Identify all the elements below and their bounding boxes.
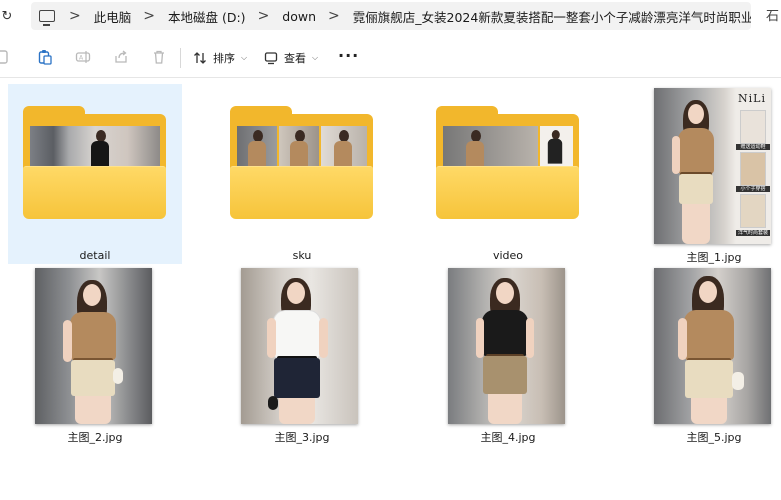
caption: 小个子穿搭 [736, 186, 770, 192]
sort-icon [194, 52, 206, 64]
image-thumbnail [448, 268, 565, 424]
image-file-main-4[interactable]: 主图_4.jpg [421, 264, 595, 444]
new-icon[interactable] [0, 49, 10, 65]
toolbar-divider [180, 48, 181, 68]
address-bar[interactable]: > 此电脑 > 本地磁盘 (D:) > down > 霓俪旗舰店_女装2024新… [31, 2, 751, 30]
folder-detail[interactable]: detail [8, 84, 182, 264]
folder-sku[interactable]: sku [215, 84, 389, 264]
image-file-main-1[interactable]: NiLi 赠送运动鞋 小个子穿搭 洋气时尚套装 主图_1.jpg [627, 84, 781, 264]
view-button[interactable]: 查看 ⌵ [264, 47, 318, 69]
image-file-main-2[interactable]: 主图_2.jpg [8, 264, 182, 444]
chevron-down-icon: ⌵ [312, 53, 319, 62]
image-thumbnail [35, 268, 152, 424]
breadcrumb-this-pc[interactable]: 此电脑 [94, 7, 132, 26]
computer-icon[interactable] [39, 10, 55, 26]
item-name: detail [79, 249, 111, 262]
item-name: sku [292, 249, 312, 262]
paste-icon[interactable] [37, 49, 53, 65]
chevron-right-icon[interactable]: > [57, 8, 94, 24]
toolbar-separator-line [0, 77, 781, 78]
image-file-main-5[interactable]: 主图_5.jpg [627, 264, 781, 444]
address-bar-row: ↻ > 此电脑 > 本地磁盘 (D:) > down > 霓俪旗舰店_女装202… [0, 0, 781, 32]
command-bar: A 排序 ⌵ 查看 ⌵ ··· [0, 38, 781, 76]
search-box-fragment[interactable]: 石 [766, 5, 779, 24]
folder-video[interactable]: video [421, 84, 595, 264]
chevron-down-icon: ⌵ [241, 53, 248, 62]
item-name: video [492, 249, 524, 262]
chevron-right-icon[interactable]: > [131, 8, 168, 24]
folder-icon [23, 106, 166, 219]
refresh-icon[interactable]: ↻ [0, 8, 14, 24]
brand-logo: NiLi [738, 92, 766, 105]
item-name: 主图_2.jpg [67, 431, 123, 444]
image-file-main-3[interactable]: 主图_3.jpg [215, 264, 389, 444]
breadcrumb-local-disk-d[interactable]: 本地磁盘 (D:) [168, 7, 246, 26]
breadcrumb-down[interactable]: down [282, 9, 316, 24]
sort-label: 排序 [213, 52, 235, 65]
chevron-right-icon[interactable]: > [246, 8, 283, 24]
caption: 赠送运动鞋 [736, 144, 770, 150]
sort-button[interactable]: 排序 ⌵ [193, 47, 247, 69]
image-thumbnail [241, 268, 358, 424]
view-icon [264, 52, 278, 65]
caption: 洋气时尚套装 [736, 230, 770, 236]
delete-icon[interactable] [151, 49, 167, 65]
chevron-right-icon[interactable]: > [316, 8, 353, 24]
item-name: 主图_1.jpg [686, 251, 742, 264]
share-icon[interactable] [113, 49, 129, 65]
item-name: 主图_3.jpg [274, 431, 330, 444]
breadcrumb-current-folder[interactable]: 霓俪旗舰店_女装2024新款夏装搭配一整套小个子减龄漂亮洋气时尚职业两件套装 [353, 7, 751, 26]
folder-icon [436, 106, 579, 219]
image-thumbnail: NiLi 赠送运动鞋 小个子穿搭 洋气时尚套装 [654, 88, 771, 244]
folder-icon [230, 106, 373, 219]
item-name: 主图_5.jpg [686, 431, 742, 444]
view-label: 查看 [284, 52, 306, 65]
image-thumbnail [654, 268, 771, 424]
item-name: 主图_4.jpg [480, 431, 536, 444]
more-options-button[interactable]: ··· [338, 46, 359, 65]
rename-icon[interactable]: A [75, 49, 91, 65]
